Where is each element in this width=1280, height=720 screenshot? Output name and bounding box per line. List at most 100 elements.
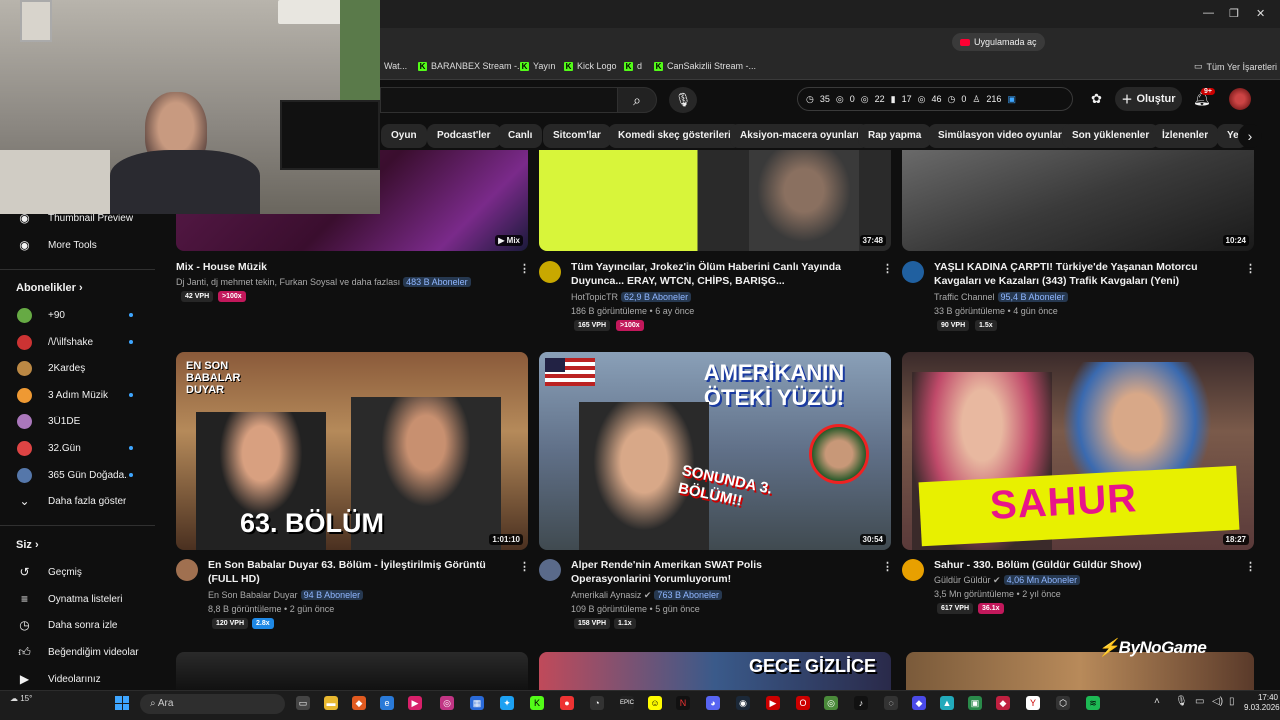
search-button[interactable]: ⌕ xyxy=(617,87,657,113)
voice-search-button[interactable]: 🎙 xyxy=(669,87,697,113)
minimize-button[interactable]: — xyxy=(1203,7,1214,19)
netflix-icon[interactable]: N xyxy=(676,696,690,710)
more-icon[interactable]: ⋮ xyxy=(1245,262,1256,275)
more-icon[interactable]: ⋮ xyxy=(882,262,893,275)
video-thumbnail[interactable] xyxy=(176,652,528,690)
video-thumbnail[interactable]: EN SON BABALAR DUYAR 63. BÖLÜM 1:01:10 xyxy=(176,352,528,550)
video-title[interactable]: Tüm Yayıncılar, Jrokez'in Ölüm Haberini … xyxy=(571,260,841,288)
sidebar-item-playlists[interactable]: ≡ Oynatma listeleri xyxy=(0,586,155,612)
windows-start-icon[interactable] xyxy=(115,696,129,710)
maximize-button[interactable]: ❐ xyxy=(1229,7,1239,20)
clock[interactable]: 17:40 9.03.2026 xyxy=(1244,693,1280,713)
discord-icon[interactable]: ◕ xyxy=(706,696,720,710)
chrome-icon[interactable]: ◎ xyxy=(824,696,838,710)
channel-avatar[interactable] xyxy=(539,261,561,283)
instagram-icon[interactable]: ◎ xyxy=(440,696,454,710)
chip[interactable]: İzlenenler xyxy=(1152,124,1219,148)
channel-name[interactable]: Dj Janti, dj mehmet tekin, Furkan Soysal… xyxy=(176,277,471,287)
tiktok-icon[interactable]: ♪ xyxy=(854,696,868,710)
weather-widget[interactable]: ☁ 15° xyxy=(10,694,32,703)
channel-name[interactable]: HotTopicTR 62,9 B Aboneler xyxy=(571,292,692,302)
bookmark[interactable]: Wat... xyxy=(384,61,407,71)
channel-name[interactable]: En Son Babalar Duyar 94 B Aboneler xyxy=(208,590,364,600)
cast-icon[interactable]: ✿ xyxy=(1091,91,1102,107)
mic-icon[interactable]: 🎙︎ xyxy=(1175,696,1188,707)
volume-icon[interactable]: ◁) xyxy=(1212,696,1223,707)
avatar[interactable] xyxy=(1229,88,1251,110)
app-icon[interactable]: ⬡ xyxy=(1056,696,1070,710)
chip[interactable]: Komedi skeç gösterileri xyxy=(608,124,741,148)
channel-avatar[interactable] xyxy=(176,559,198,581)
chip[interactable]: Oyun xyxy=(381,124,427,148)
bookmark[interactable]: K Kick Logo xyxy=(564,61,617,71)
bookmark[interactable]: K CanSakizlii Stream -... xyxy=(654,61,756,71)
show-more-button[interactable]: ⌄ Daha fazla göster xyxy=(0,488,155,514)
chip[interactable]: Rap yapma xyxy=(858,124,932,148)
you-heading[interactable]: Siz › xyxy=(16,539,39,551)
video-title[interactable]: Alper Rende'nin Amerikan SWAT Polis Oper… xyxy=(571,558,841,586)
create-button[interactable]: ＋ Oluştur xyxy=(1115,87,1182,111)
chip[interactable]: Son yüklenenler xyxy=(1062,124,1160,148)
steam-icon[interactable]: ◉ xyxy=(736,696,750,710)
sidebar-item-your-videos[interactable]: ▶ Videolarınız xyxy=(0,666,155,692)
app-icon[interactable]: ◆ xyxy=(912,696,926,710)
app-icon[interactable]: ▲ xyxy=(940,696,954,710)
speed-icon[interactable]: ◔ xyxy=(590,696,604,710)
video-thumbnail[interactable]: GECE GİZLİCE xyxy=(539,652,891,690)
channel-name[interactable]: Traffic Channel 95,4 B Aboneler xyxy=(934,292,1068,302)
sub-item[interactable]: /\/\ilfshake xyxy=(0,329,155,355)
sub-item[interactable]: 32.Gün xyxy=(0,435,155,461)
chip[interactable]: Simülasyon video oyunları xyxy=(928,124,1075,148)
open-in-app-pill[interactable]: Uygulamada aç xyxy=(952,33,1045,51)
all-bookmarks[interactable]: ▭ Tüm Yer İşaretleri xyxy=(1194,61,1277,72)
more-icon[interactable]: ⋮ xyxy=(882,560,893,573)
twitter-icon[interactable]: ✦ xyxy=(500,696,514,710)
app-icon[interactable]: ◌ xyxy=(884,696,898,710)
sub-item[interactable]: 3Ü1DE xyxy=(0,408,155,434)
app-icon[interactable]: ◆ xyxy=(996,696,1010,710)
sub-item[interactable]: +90 xyxy=(0,302,155,328)
chip[interactable]: Podcast'ler xyxy=(427,124,501,148)
folder-icon[interactable]: ▬ xyxy=(324,696,338,710)
video-thumbnail[interactable]: 37:48 xyxy=(539,150,891,251)
yandex-icon[interactable]: Y xyxy=(1026,696,1040,710)
edge-icon[interactable]: e xyxy=(380,696,394,710)
bookmark[interactable]: Kd xyxy=(624,61,642,71)
snapchat-icon[interactable]: ☺ xyxy=(648,696,662,710)
close-window-button[interactable]: ✕ xyxy=(1256,7,1265,20)
app-icon[interactable]: ▣ xyxy=(968,696,982,710)
sub-item[interactable]: 3 Adım Müzik xyxy=(0,382,155,408)
sub-item[interactable]: 2Kardeş xyxy=(0,355,155,381)
subscriptions-heading[interactable]: Abonelikler › xyxy=(16,282,83,294)
stats-extension-bar[interactable]: ◷ 35 ◎ 0 ◎ 22 ▮ 17 ◎ 46 ◷ 0 ♙ 216 ▣ xyxy=(797,87,1073,111)
video-thumbnail[interactable]: 10:24 xyxy=(902,150,1254,251)
search-input[interactable] xyxy=(380,87,618,113)
task-view-icon[interactable]: ▭ xyxy=(296,696,310,710)
opera-icon[interactable]: O xyxy=(796,696,810,710)
store-icon[interactable]: ▦ xyxy=(470,696,484,710)
youtube-icon[interactable]: ▶ xyxy=(766,696,780,710)
app-icon[interactable]: ● xyxy=(560,696,574,710)
chip[interactable]: Sitcom'lar xyxy=(543,124,611,148)
brave-icon[interactable]: ◆ xyxy=(352,696,366,710)
more-icon[interactable]: ⋮ xyxy=(1245,560,1256,573)
channel-name[interactable]: Güldür Güldür ✔ 4,06 Mn Aboneler xyxy=(934,575,1081,586)
kick-icon[interactable]: K xyxy=(530,696,544,710)
more-icon[interactable]: ⋮ xyxy=(519,560,530,573)
channel-avatar[interactable] xyxy=(539,559,561,581)
chip[interactable]: Aksiyon-macera oyunları xyxy=(730,124,869,148)
network-icon[interactable]: ▭ xyxy=(1195,696,1204,707)
sidebar-item-watch-later[interactable]: ◷ Daha sonra izle xyxy=(0,612,155,638)
battery-icon[interactable]: ▯ xyxy=(1229,696,1235,707)
more-icon[interactable]: ⋮ xyxy=(519,262,530,275)
sidebar-item-liked[interactable]: 👍︎ Beğendiğim videolar xyxy=(0,639,155,665)
channel-name[interactable]: Amerikali Aynasiz ✔ 763 B Aboneler xyxy=(571,590,722,601)
sidebar-item-more-tools[interactable]: ◉ More Tools xyxy=(0,232,155,258)
spotify-icon[interactable]: ≋ xyxy=(1086,696,1100,710)
chevron-up-icon[interactable]: ˄ xyxy=(1154,696,1160,707)
channel-avatar[interactable] xyxy=(902,261,924,283)
bookmark[interactable]: K BARANBEX Stream -... xyxy=(418,61,525,71)
video-title[interactable]: Sahur - 330. Bölüm (Güldür Güldür Show) xyxy=(934,558,1234,572)
video-title[interactable]: En Son Babalar Duyar 63. Bölüm - İyileşt… xyxy=(208,558,508,586)
chip[interactable]: Canlı xyxy=(498,124,543,148)
